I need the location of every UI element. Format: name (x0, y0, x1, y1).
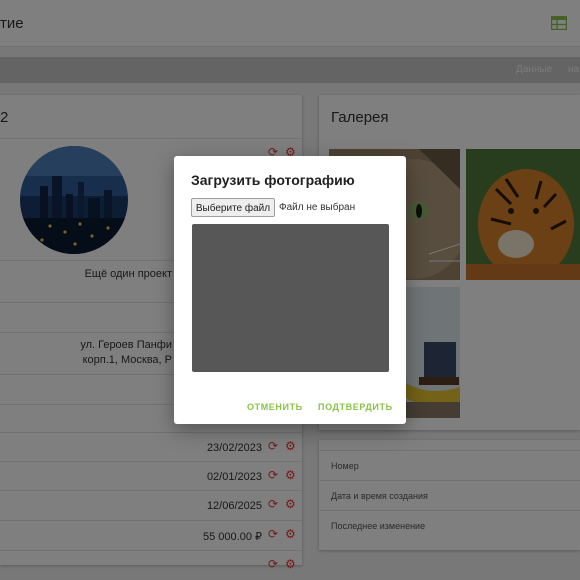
dialog-title: Загрузить фотографию (191, 172, 355, 188)
upload-photo-dialog: Загрузить фотографию Выберите файл Файл … (174, 156, 406, 424)
image-preview (192, 224, 389, 372)
cancel-button[interactable]: ОТМЕНИТЬ (247, 402, 303, 412)
confirm-button[interactable]: ПОДТВЕРДИТЬ (318, 402, 393, 412)
choose-file-button[interactable]: Выберите файл (191, 198, 275, 217)
file-status: Файл не выбран (279, 202, 356, 213)
